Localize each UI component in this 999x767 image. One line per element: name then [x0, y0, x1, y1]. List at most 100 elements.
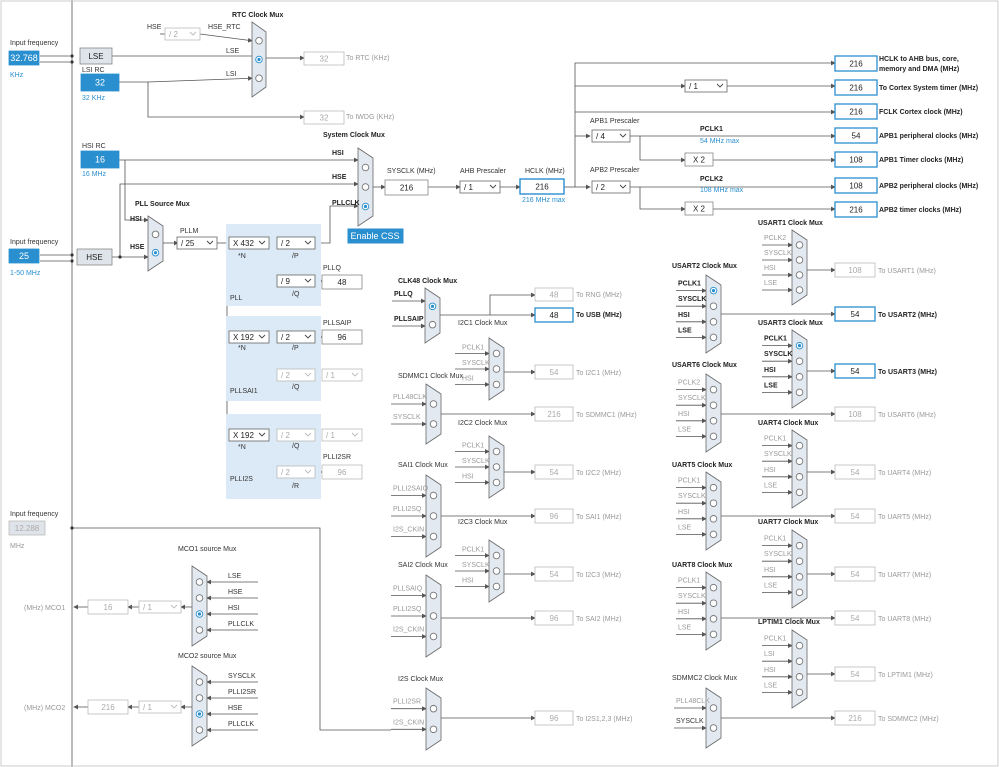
- radio-input[interactable]: [429, 632, 438, 641]
- usart1-mux[interactable]: [791, 229, 808, 306]
- radio-input[interactable]: [709, 630, 718, 639]
- radio-input[interactable]: [255, 74, 263, 82]
- radio-input[interactable]: [795, 241, 804, 249]
- radio-input[interactable]: [709, 333, 718, 342]
- radio-input[interactable]: [195, 578, 204, 586]
- pll-source-mux[interactable]: [147, 215, 164, 272]
- radio-input[interactable]: [429, 612, 438, 620]
- usart3-mux[interactable]: [791, 329, 808, 409]
- radio-input[interactable]: [795, 457, 804, 465]
- radio-input[interactable]: [195, 678, 204, 686]
- radio-input[interactable]: [795, 373, 804, 381]
- radio-input[interactable]: [429, 400, 438, 408]
- output-value-5-text: 108: [849, 182, 863, 191]
- radio-input[interactable]: [151, 230, 160, 239]
- radio-input[interactable]: [709, 302, 718, 310]
- sdmmc1-mux[interactable]: [425, 383, 442, 445]
- uart7-title: UART7 Clock Mux: [758, 519, 818, 526]
- radio-input[interactable]: [795, 256, 804, 264]
- radio-input[interactable]: [492, 447, 501, 456]
- radio-input[interactable]: [429, 591, 438, 600]
- radio-input[interactable]: [492, 551, 501, 560]
- mco2-mux[interactable]: [191, 665, 208, 747]
- mco2-input-3: PLLCLK: [228, 721, 254, 728]
- radio-input[interactable]: [492, 582, 501, 591]
- radio-input[interactable]: [429, 420, 438, 428]
- mco2-input-2: HSE: [228, 705, 243, 712]
- input-frequency-label: Input frequency: [10, 40, 59, 47]
- radio-input[interactable]: [709, 724, 718, 732]
- radio-input[interactable]: [709, 385, 718, 394]
- radio-input[interactable]: [709, 583, 718, 592]
- radio-input[interactable]: [492, 567, 501, 575]
- radio-input[interactable]: [429, 532, 438, 541]
- radio-input[interactable]: [709, 499, 718, 507]
- hclk-label-line2: memory and DMA (MHz): [879, 66, 959, 73]
- uart5-mux[interactable]: [705, 471, 722, 551]
- radio-input[interactable]: [492, 463, 501, 471]
- radio-input[interactable]: [195, 626, 204, 634]
- sai1-mux[interactable]: [425, 474, 442, 558]
- radio-input[interactable]: [709, 401, 718, 409]
- radio-input[interactable]: [795, 357, 804, 365]
- usart6-mux[interactable]: [705, 373, 722, 453]
- radio-input[interactable]: [195, 594, 204, 602]
- radio-input[interactable]: [195, 694, 204, 702]
- radio-input[interactable]: [709, 483, 718, 492]
- radio-input[interactable]: [709, 318, 718, 326]
- rtc-clock-mux[interactable]: [251, 21, 267, 98]
- sai2-mux[interactable]: [425, 574, 442, 658]
- i2s-mux[interactable]: [425, 687, 442, 751]
- radio-input[interactable]: [492, 349, 501, 358]
- radio-input[interactable]: [795, 573, 804, 581]
- radio-input[interactable]: [709, 417, 718, 425]
- radio-input[interactable]: [795, 388, 804, 397]
- radio-input[interactable]: [361, 163, 370, 172]
- radio-input[interactable]: [709, 615, 718, 623]
- radio-input[interactable]: [492, 478, 501, 487]
- uart4-mux[interactable]: [791, 429, 808, 509]
- i2c1-input-0: PCLK1: [462, 345, 484, 352]
- uart4-output-value-text: 54: [851, 468, 860, 477]
- radio-input[interactable]: [795, 588, 804, 597]
- radio-input[interactable]: [195, 726, 204, 734]
- i2c1-mux[interactable]: [488, 337, 505, 401]
- radio-input[interactable]: [795, 541, 804, 550]
- sdmmc2-mux[interactable]: [705, 687, 722, 749]
- radio-input[interactable]: [428, 320, 437, 329]
- radio-input[interactable]: [429, 704, 438, 713]
- radio-input[interactable]: [795, 488, 804, 497]
- i2c2-mux[interactable]: [488, 435, 505, 499]
- radio-input[interactable]: [795, 286, 804, 294]
- mco2-output-value-text: 216: [101, 703, 115, 712]
- uart7-mux[interactable]: [791, 529, 808, 609]
- uart8-mux[interactable]: [705, 571, 722, 651]
- radio-input[interactable]: [795, 441, 804, 450]
- i2c3-mux[interactable]: [488, 539, 505, 603]
- radio-input[interactable]: [795, 271, 804, 279]
- clk48-clock-mux[interactable]: [424, 287, 441, 344]
- radio-input[interactable]: [429, 725, 438, 734]
- usart2-mux[interactable]: [705, 274, 722, 354]
- radio-input[interactable]: [429, 512, 438, 520]
- radio-input[interactable]: [709, 599, 718, 607]
- radio-input[interactable]: [709, 515, 718, 523]
- radio-input[interactable]: [429, 491, 438, 500]
- radio-input[interactable]: [492, 380, 501, 389]
- radio-input[interactable]: [709, 704, 718, 712]
- radio-input[interactable]: [795, 688, 804, 697]
- radio-input[interactable]: [795, 673, 804, 681]
- radio-input[interactable]: [255, 37, 263, 45]
- radio-input[interactable]: [795, 657, 804, 665]
- radio-input[interactable]: [709, 530, 718, 539]
- mco1-mux[interactable]: [191, 565, 208, 647]
- radio-input[interactable]: [361, 183, 370, 191]
- radio-input[interactable]: [795, 641, 804, 650]
- radio-input[interactable]: [795, 557, 804, 565]
- i2c3-title: I2C3 Clock Mux: [458, 519, 508, 526]
- lptim1-mux[interactable]: [791, 629, 808, 709]
- system-clock-mux[interactable]: [357, 147, 374, 227]
- radio-input[interactable]: [795, 473, 804, 481]
- radio-input[interactable]: [492, 365, 501, 373]
- radio-input[interactable]: [709, 432, 718, 441]
